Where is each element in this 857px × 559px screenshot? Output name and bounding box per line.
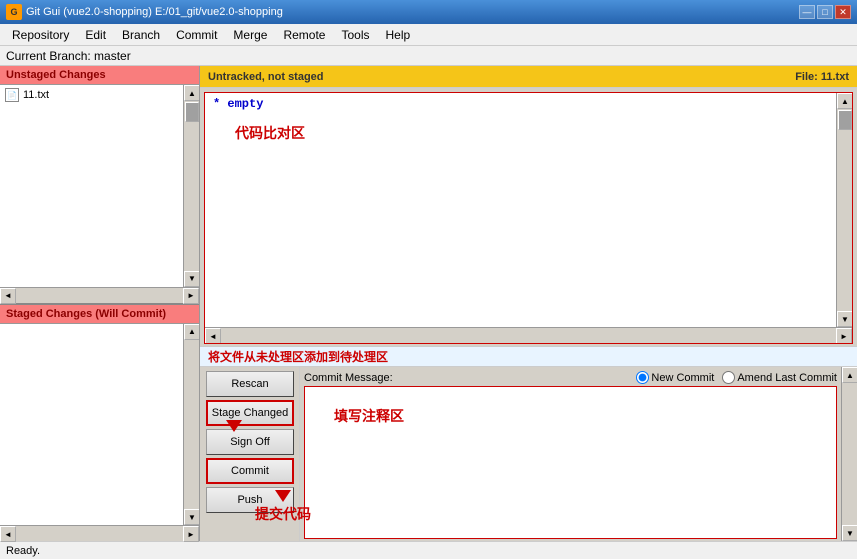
commit-buttons-panel: Rescan Stage Changed Sign Off Commit Pus… [200,367,300,541]
menu-repository[interactable]: Repository [4,26,77,44]
diff-empty-text: * empty [213,97,263,111]
diff-area: * empty 代码比对区 ▲ ▼ ◄ ► [204,92,853,344]
unstaged-scrollbar-v[interactable]: ▲ ▼ [183,85,199,287]
menu-bar: Repository Edit Branch Commit Merge Remo… [0,24,857,46]
push-button[interactable]: Push [206,487,294,513]
radio-group: New Commit Amend Last Commit [636,371,837,384]
commit-msg-label: Commit Message: [304,372,393,384]
right-panel: Untracked, not staged File: 11.txt * emp… [200,66,857,541]
commit-scroll-track [842,383,857,525]
diff-scroll-h-track [221,328,836,343]
left-panel: Unstaged Changes 📄 11.txt 文件未处理区 ▲ [0,66,200,541]
staged-file-list[interactable]: 文件待处理区 [0,324,183,328]
scroll-thumb[interactable] [185,102,199,122]
app-icon: G [6,4,22,20]
commit-msg-header: Commit Message: New Commit Amend Last Co… [304,369,837,386]
stage-annotation: 将文件从未处理区添加到待处理区 [208,348,388,365]
status-bar: Ready. [0,541,857,559]
bottom-row: Rescan Stage Changed Sign Off Commit Pus… [200,367,857,541]
scroll-down-btn[interactable]: ▼ [184,271,199,287]
radio-new-commit-input[interactable] [636,371,649,384]
diff-scroll-track [837,109,852,311]
title-bar: G Git Gui (vue2.0-shopping) E:/01_git/vu… [0,0,857,24]
rescan-button[interactable]: Rescan [206,371,294,397]
current-branch-label: Current Branch: master [6,49,131,63]
unstaged-file-content: 📄 11.txt 文件未处理区 [0,85,183,287]
diff-scroll-thumb[interactable] [838,110,852,130]
staged-file-content: 文件待处理区 [0,324,183,526]
menu-remote[interactable]: Remote [275,26,333,44]
menu-edit[interactable]: Edit [77,26,114,44]
unstaged-panel: Unstaged Changes 📄 11.txt 文件未处理区 ▲ [0,66,199,305]
staged-header: Staged Changes (Will Commit) [0,305,199,324]
menu-branch[interactable]: Branch [114,26,168,44]
diff-annotation: 代码比对区 [235,123,305,143]
diff-scroll-right[interactable]: ► [836,328,852,344]
close-button[interactable]: ✕ [835,5,851,19]
unstaged-scrollbar-h[interactable]: ◄ ► [0,287,199,303]
commit-scrollbar-v[interactable]: ▲ ▼ [841,367,857,541]
sign-off-button[interactable]: Sign Off [206,429,294,455]
radio-amend-input[interactable] [722,371,735,384]
diff-header: Untracked, not staged File: 11.txt [200,66,857,88]
commit-message-area: Commit Message: New Commit Amend Last Co… [300,367,841,541]
file-icon: 📄 [5,88,19,102]
scroll-left-btn[interactable]: ◄ [0,288,16,304]
diff-status: Untracked, not staged [208,71,324,83]
menu-tools[interactable]: Tools [333,26,377,44]
window-title: Git Gui (vue2.0-shopping) E:/01_git/vue2… [26,6,283,18]
commit-textarea[interactable] [304,386,837,539]
diff-scrollbar-h[interactable]: ◄ ► [205,327,852,343]
radio-new-commit-label: New Commit [651,372,714,384]
staged-panel: Staged Changes (Will Commit) 文件待处理区 ▲ ▼ … [0,305,199,542]
minimize-button[interactable]: — [799,5,815,19]
scroll-h-track [16,288,183,303]
maximize-button[interactable]: □ [817,5,833,19]
scroll-right-btn[interactable]: ► [183,288,199,304]
scroll-track [184,101,199,271]
file-name: 11.txt [23,89,49,101]
scroll-left-btn-staged[interactable]: ◄ [0,526,16,542]
stage-msg-bar: 将文件从未处理区添加到待处理区 [200,347,857,367]
scroll-right-btn-staged[interactable]: ► [183,526,199,542]
status-text: Ready. [6,545,40,557]
unstaged-header: Unstaged Changes [0,66,199,85]
diff-scroll-wrapper: * empty 代码比对区 ▲ ▼ [205,93,852,327]
diff-scroll-left[interactable]: ◄ [205,328,221,344]
diff-main: * empty 代码比对区 [205,93,836,327]
staged-file-list-wrapper: 文件待处理区 ▲ ▼ [0,324,199,526]
main-container: Unstaged Changes 📄 11.txt 文件未处理区 ▲ [0,66,857,541]
scroll-h-track-staged [16,526,183,541]
window-controls: — □ ✕ [799,5,851,19]
stage-changed-button[interactable]: Stage Changed [206,400,294,426]
radio-amend[interactable]: Amend Last Commit [722,371,837,384]
unstaged-file-list-wrapper: 📄 11.txt 文件未处理区 ▲ ▼ [0,85,199,287]
radio-amend-label: Amend Last Commit [737,372,837,384]
menu-merge[interactable]: Merge [225,26,275,44]
commit-textarea-wrapper: 填写注释区 [304,386,837,539]
diff-scroll-up[interactable]: ▲ [837,93,852,109]
commit-scroll-down[interactable]: ▼ [842,525,857,541]
commit-scroll-up[interactable]: ▲ [842,367,857,383]
unstaged-file-list[interactable]: 📄 11.txt 文件未处理区 [0,85,183,105]
diff-scroll-down[interactable]: ▼ [837,311,852,327]
menu-help[interactable]: Help [377,26,418,44]
staged-scrollbar-h[interactable]: ◄ ► [0,525,199,541]
diff-file: File: 11.txt [795,71,849,83]
diff-scrollbar-v[interactable]: ▲ ▼ [836,93,852,327]
menu-commit[interactable]: Commit [168,26,225,44]
radio-new-commit[interactable]: New Commit [636,371,714,384]
diff-content: * empty [205,93,836,115]
staged-scrollbar-v[interactable]: ▲ ▼ [183,324,199,526]
scroll-track-staged [184,340,199,510]
scroll-down-btn-staged[interactable]: ▼ [184,509,199,525]
branch-bar: Current Branch: master [0,46,857,66]
commit-button[interactable]: Commit [206,458,294,484]
file-item-11txt[interactable]: 📄 11.txt [2,87,181,103]
scroll-up-btn[interactable]: ▲ [184,85,199,101]
bottom-right: 将文件从未处理区添加到待处理区 Rescan Stage Changed Sig… [200,346,857,541]
scroll-up-btn-staged[interactable]: ▲ [184,324,199,340]
